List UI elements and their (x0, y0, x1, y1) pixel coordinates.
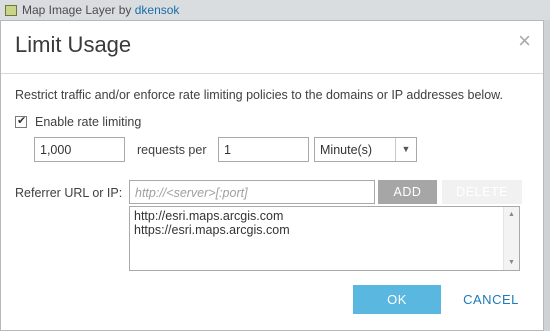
checkmark-icon: ✔ (17, 115, 27, 127)
requests-count-value: 1,000 (40, 143, 72, 157)
layer-owner-link[interactable]: dkensok (135, 3, 180, 17)
list-item[interactable]: http://esri.maps.arcgis.com (132, 209, 290, 223)
dialog-title: Limit Usage (15, 32, 132, 57)
list-item[interactable]: https://esri.maps.arcgis.com (132, 223, 290, 237)
time-unit-select[interactable]: Minute(s) ▼ (314, 137, 417, 162)
referrer-list-items: http://esri.maps.arcgis.com https://esri… (132, 209, 290, 237)
map-layer-icon (5, 5, 17, 16)
referrer-list[interactable]: http://esri.maps.arcgis.com https://esri… (129, 206, 520, 271)
enable-rate-limiting-label[interactable]: Enable rate limiting (35, 115, 141, 129)
enable-rate-limiting-checkbox[interactable]: ✔ (15, 115, 27, 128)
scroll-up-icon[interactable]: ▲ (508, 211, 515, 218)
background-layer-header: Map Image Layer by dkensok (0, 0, 550, 20)
time-unit-selected: Minute(s) (320, 143, 373, 157)
requests-per-label: requests per (137, 143, 207, 157)
delete-button[interactable]: DELETE (442, 180, 522, 204)
limit-usage-dialog: Limit Usage × Restrict traffic and/or en… (0, 20, 544, 331)
referrer-input[interactable]: http://<server>[:port] (129, 180, 375, 204)
title-divider (1, 73, 543, 74)
requests-count-input[interactable]: 1,000 (34, 137, 125, 162)
referrer-placeholder: http://<server>[:port] (135, 186, 248, 200)
background-panel-edge (544, 20, 550, 331)
per-period-value: 1 (224, 143, 231, 157)
ok-button[interactable]: OK (353, 285, 441, 314)
referrer-label: Referrer URL or IP: (15, 186, 123, 200)
close-icon[interactable]: × (518, 30, 531, 52)
cancel-button[interactable]: CANCEL (456, 285, 526, 314)
list-scrollbar[interactable]: ▲ ▼ (503, 207, 519, 270)
scroll-down-icon[interactable]: ▼ (508, 259, 515, 266)
layer-title: Map Image Layer by (22, 3, 135, 17)
chevron-down-icon[interactable]: ▼ (395, 138, 416, 161)
add-button[interactable]: ADD (378, 180, 437, 204)
dialog-description: Restrict traffic and/or enforce rate lim… (15, 88, 503, 102)
per-period-input[interactable]: 1 (218, 137, 309, 162)
